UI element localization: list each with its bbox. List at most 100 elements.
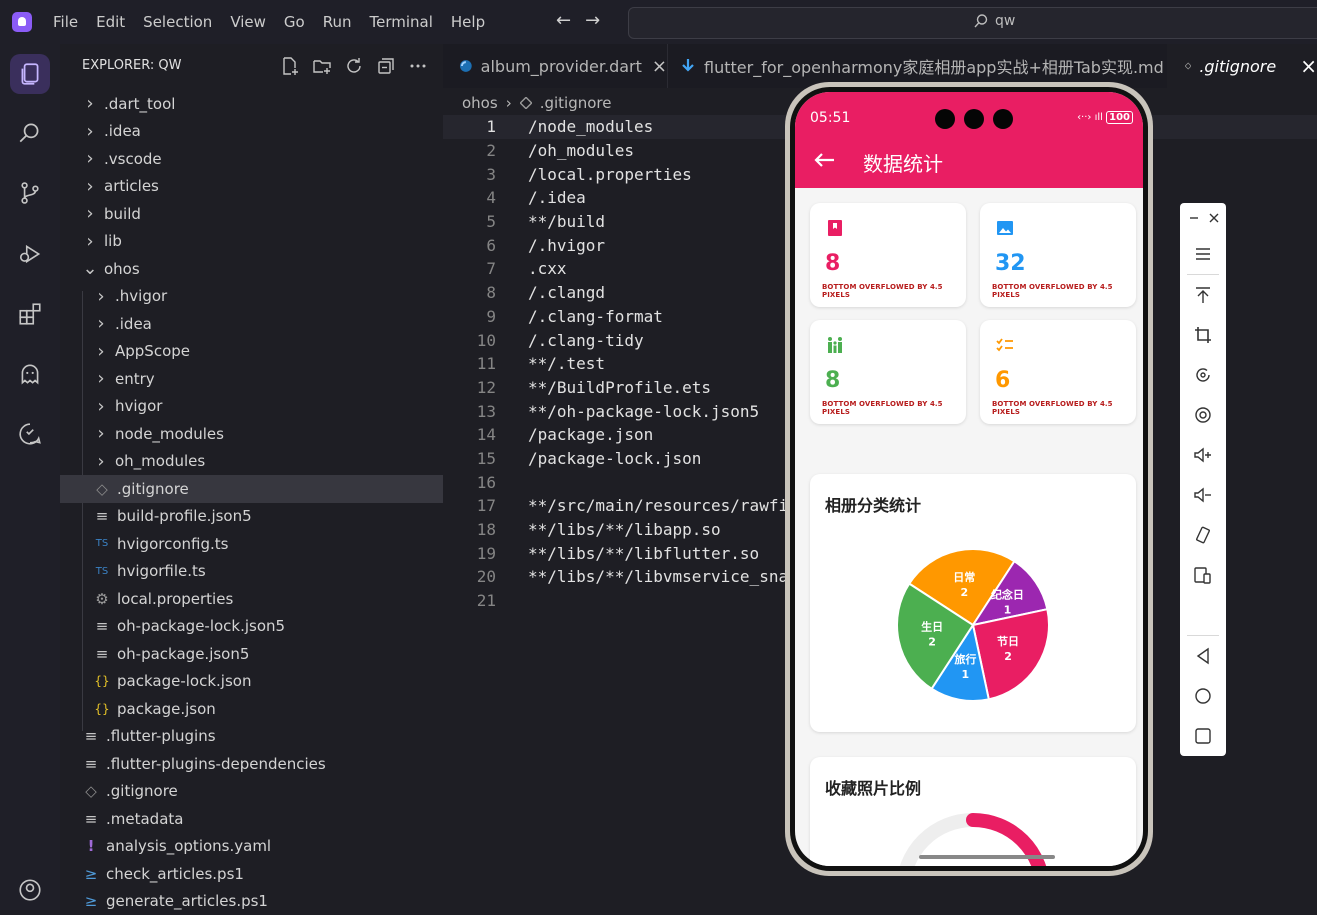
line-number: 6 (443, 236, 496, 255)
extensions-icon[interactable] (10, 294, 50, 334)
tree-file[interactable]: ◇.gitignore (60, 475, 468, 503)
tree-file[interactable]: ◇.gitignore (60, 778, 443, 806)
tree-item-label: node_modules (115, 425, 224, 443)
stat-value: 6 (995, 368, 1010, 393)
tree-folder[interactable]: ›.vscode (60, 145, 443, 173)
recents-square-icon[interactable] (1193, 726, 1213, 746)
category-chart-panel: 相册分类统计 日常2纪念日1节日2旅行1生日2 (810, 474, 1136, 732)
volume-up-icon[interactable] (1193, 445, 1213, 465)
collapse-all-icon[interactable] (376, 56, 396, 76)
menu-go[interactable]: Go (284, 13, 305, 31)
tree-folder[interactable]: ›lib (60, 228, 443, 256)
tree-item-label: .hvigor (115, 287, 167, 305)
record-icon[interactable] (1193, 405, 1213, 425)
tree-file[interactable]: ≥generate_articles.ps1 (60, 888, 443, 915)
back-triangle-icon[interactable] (1193, 646, 1213, 666)
command-center-search[interactable]: qw (628, 7, 1317, 39)
minimize-icon[interactable] (1184, 208, 1204, 228)
tree-folder[interactable]: ›oh_modules (60, 448, 443, 476)
back-arrow-icon[interactable] (813, 152, 835, 168)
tree-folder[interactable]: ›node_modules (60, 420, 443, 448)
tree-folder[interactable]: ⌄ohos (60, 255, 443, 283)
tree-file[interactable]: {}package.json (60, 695, 443, 723)
overflow-warning: BOTTOM OVERFLOWED BY 4.5 PIXELS (822, 283, 966, 299)
tree-file[interactable]: ≡.flutter-plugins-dependencies (60, 750, 443, 778)
screenshot-crop-icon[interactable] (1193, 325, 1213, 345)
tree-file[interactable]: {}package-lock.json (60, 668, 443, 696)
forward-arrow-icon[interactable]: → (585, 10, 600, 31)
explorer-icon[interactable] (10, 54, 50, 94)
explorer-toolbar (280, 56, 428, 76)
tree-file[interactable]: ≡.flutter-plugins (60, 723, 443, 751)
tab-close-icon[interactable]: × (1300, 54, 1317, 78)
app-bar: 05:51 ‹··› ıll 100 数据统计 (795, 92, 1143, 188)
slice-label: 节日 (997, 634, 1019, 648)
run-debug-icon[interactable] (10, 234, 50, 274)
tree-file[interactable]: ≡oh-package-lock.json5 (60, 613, 443, 641)
menu-icon[interactable] (1193, 244, 1213, 264)
ring-progress (973, 820, 1043, 866)
breadcrumb-folder[interactable]: ohos (462, 94, 498, 112)
menu-run[interactable]: Run (323, 13, 352, 31)
tree-item-label: oh_modules (115, 452, 205, 470)
code-text: .cxx (528, 259, 567, 278)
chevron-right-icon: › (93, 286, 109, 307)
stat-card-checklist[interactable]: 6 BOTTOM OVERFLOWED BY 4.5 PIXELS (980, 320, 1136, 424)
stat-card-albums[interactable]: 8 BOTTOM OVERFLOWED BY 4.5 PIXELS (810, 203, 966, 307)
tree-folder[interactable]: ›build (60, 200, 443, 228)
menu-selection[interactable]: Selection (143, 13, 212, 31)
code-text: **/oh-package-lock.json5 (528, 402, 759, 421)
tree-file[interactable]: !analysis_options.yaml (60, 833, 443, 861)
chevron-right-icon: › (82, 148, 98, 169)
new-folder-icon[interactable] (312, 56, 332, 76)
tree-file[interactable]: ⚙local.properties (60, 585, 443, 613)
new-file-icon[interactable] (280, 56, 300, 76)
pin-top-icon[interactable] (1193, 285, 1213, 305)
menu-edit[interactable]: Edit (96, 13, 125, 31)
tree-folder[interactable]: ›entry (60, 365, 443, 393)
refresh-icon[interactable] (344, 56, 364, 76)
source-control-icon[interactable] (10, 173, 50, 213)
stat-card-photos[interactable]: 32 BOTTOM OVERFLOWED BY 4.5 PIXELS (980, 203, 1136, 307)
rotate-device-icon[interactable] (1193, 525, 1213, 545)
tab-gitignore[interactable]: .gitignore × (1167, 44, 1317, 88)
tree-file[interactable]: TShvigorconfig.ts (60, 530, 443, 558)
tree-file[interactable]: ≡build-profile.json5 (60, 503, 443, 531)
tree-file[interactable]: ≥check_articles.ps1 (60, 860, 443, 888)
tree-item-label: build (104, 205, 141, 223)
menu-terminal[interactable]: Terminal (370, 13, 433, 31)
home-circle-icon[interactable] (1193, 686, 1213, 706)
nav-arrows: ← → (556, 10, 600, 31)
lines-icon: ≡ (82, 810, 100, 828)
tree-folder[interactable]: ›.dart_tool (60, 90, 443, 118)
account-icon[interactable] (10, 870, 50, 910)
menu-help[interactable]: Help (451, 13, 485, 31)
menu-file[interactable]: File (53, 13, 78, 31)
tree-folder[interactable]: ›.idea (60, 118, 443, 146)
tree-folder[interactable]: ›hvigor (60, 393, 443, 421)
stat-card-family[interactable]: 8 BOTTOM OVERFLOWED BY 4.5 PIXELS (810, 320, 966, 424)
more-icon[interactable] (408, 56, 428, 76)
tree-file[interactable]: TShvigorfile.ts (60, 558, 443, 586)
tree-folder[interactable]: ›.idea (60, 310, 443, 338)
close-icon[interactable] (1204, 208, 1224, 228)
ghost-icon[interactable] (10, 354, 50, 394)
tree-folder[interactable]: ›articles (60, 173, 443, 201)
volume-down-icon[interactable] (1193, 485, 1213, 505)
back-arrow-icon[interactable]: ← (556, 10, 571, 31)
tree-folder[interactable]: › .hvigor (60, 283, 443, 311)
tab-album-provider[interactable]: album_provider.dart × (443, 44, 668, 88)
multi-device-icon[interactable] (1193, 565, 1213, 585)
chat-bot-icon[interactable] (10, 414, 50, 454)
breadcrumb-file[interactable]: .gitignore (540, 94, 612, 112)
chevron-down-icon: ⌄ (82, 258, 98, 279)
lines-icon: ≡ (93, 507, 111, 525)
tab-close-icon[interactable]: × (652, 56, 667, 77)
rotate-icon[interactable] (1193, 365, 1213, 385)
tree-file[interactable]: ≡oh-package.json5 (60, 640, 443, 668)
tree-file[interactable]: ≡.metadata (60, 805, 443, 833)
search-icon[interactable] (10, 113, 50, 153)
tree-folder[interactable]: ›AppScope (60, 338, 443, 366)
home-indicator[interactable] (919, 855, 1055, 859)
menu-view[interactable]: View (230, 13, 266, 31)
